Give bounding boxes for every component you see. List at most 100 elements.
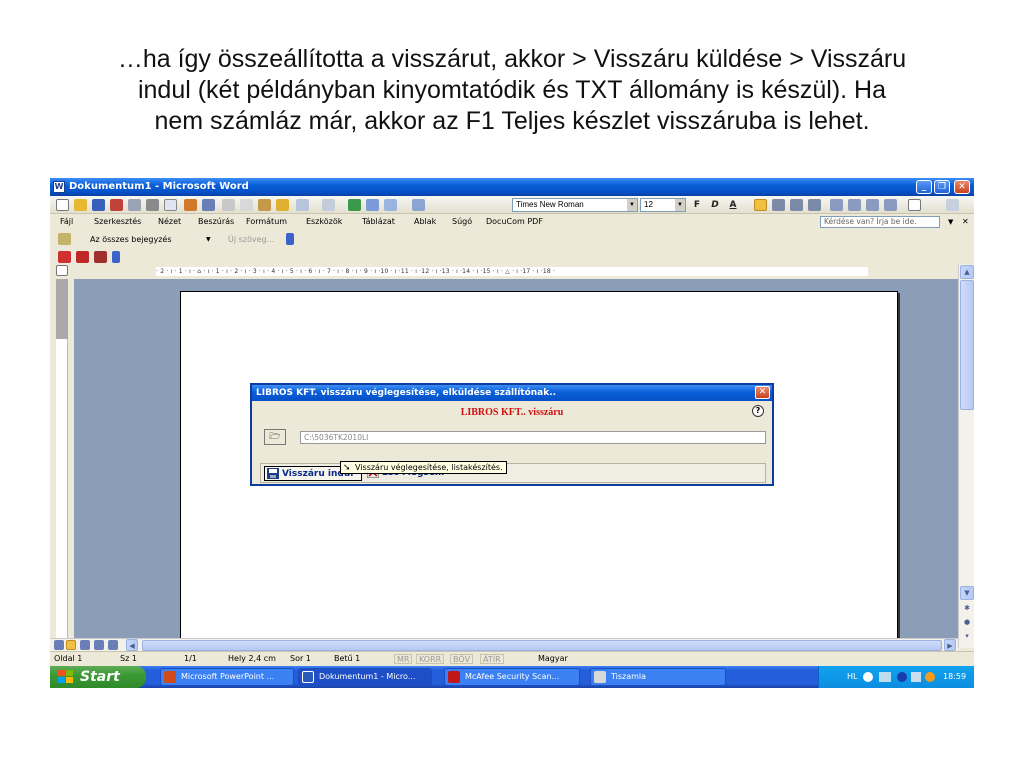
new-document-icon[interactable] (56, 199, 69, 211)
chevron-down-icon[interactable]: ▼ (206, 233, 211, 246)
tables-icon[interactable] (366, 199, 379, 211)
open-folder-button[interactable]: 🗁 (264, 429, 286, 445)
vertical-scrollbar[interactable]: ▲ ▼ ✱ ● ▾ (958, 264, 974, 648)
clock[interactable]: 18:59 (943, 666, 966, 688)
scroll-left-icon[interactable]: ◀ (126, 639, 138, 651)
scroll-down-icon[interactable]: ▼ (960, 586, 974, 600)
task-powerpoint[interactable]: Microsoft PowerPoint ... (160, 668, 294, 686)
menu-tools[interactable]: Eszközök (306, 216, 342, 228)
bold-button[interactable]: F (690, 199, 704, 211)
underline-button[interactable]: A (726, 199, 740, 211)
status-ext[interactable]: BŐV (450, 654, 474, 664)
scroll-up-icon[interactable]: ▲ (960, 265, 974, 279)
previous-page-icon[interactable]: ✱ (960, 602, 974, 616)
restore-button[interactable]: ❐ (934, 180, 950, 194)
font-name-select[interactable]: Times New Roman ▼ (512, 198, 638, 212)
bluetooth-icon[interactable] (897, 672, 907, 682)
horizontal-scroll-thumb[interactable] (142, 640, 942, 651)
copy-icon[interactable] (240, 199, 253, 211)
toolbar-options-icon[interactable] (112, 251, 120, 263)
menu-insert[interactable]: Beszúrás (198, 216, 234, 228)
permission-icon[interactable] (110, 199, 123, 211)
help-icon[interactable]: ? (752, 405, 764, 417)
pdf-email-icon[interactable] (76, 251, 89, 263)
menu-help[interactable]: Súgó (452, 216, 472, 228)
drawing-icon[interactable] (412, 199, 425, 211)
task-word[interactable]: Dokumentum1 - Micro... (298, 668, 432, 686)
research-icon[interactable] (202, 199, 215, 211)
task-mcafee[interactable]: McAfee Security Scan... (444, 668, 580, 686)
font-size-select[interactable]: 12 ▼ (640, 198, 686, 212)
select-browse-object-icon[interactable]: ● (960, 616, 974, 630)
paste-icon[interactable] (258, 199, 271, 211)
save-icon[interactable] (92, 199, 105, 211)
format-painter-icon[interactable] (276, 199, 289, 211)
chevron-down-icon[interactable]: ▼ (675, 199, 685, 211)
vertical-ruler[interactable] (56, 279, 68, 638)
status-trk[interactable]: KORR (416, 654, 445, 664)
security-icon[interactable] (925, 672, 935, 682)
numbering-icon[interactable] (830, 199, 843, 211)
outline-view-icon[interactable] (94, 640, 104, 650)
chevron-down-icon[interactable]: ▼ (948, 216, 953, 228)
menu-table[interactable]: Táblázat (362, 216, 395, 228)
chevron-down-icon[interactable]: ▼ (627, 199, 637, 211)
tray-app-icon[interactable] (911, 672, 921, 682)
menu-view[interactable]: Nézet (158, 216, 181, 228)
cut-icon[interactable] (222, 199, 235, 211)
reading-layout-icon[interactable] (108, 640, 118, 650)
status-rec[interactable]: MR (394, 654, 413, 664)
undo-icon[interactable] (296, 199, 309, 211)
status-ovr[interactable]: ÁTÍR (480, 654, 504, 664)
tab-selector-icon[interactable] (56, 265, 68, 276)
print-preview-icon[interactable] (164, 199, 177, 211)
tray-language[interactable]: HL (847, 666, 857, 688)
normal-view-icon[interactable] (54, 640, 64, 650)
italic-button[interactable]: D (708, 199, 722, 211)
redo-icon[interactable] (322, 199, 335, 211)
word-app-icon[interactable]: W (53, 181, 65, 193)
align-right-icon[interactable] (790, 199, 803, 211)
minimize-button[interactable]: _ (916, 180, 932, 194)
horizontal-scrollbar[interactable]: ◀ ▶ (50, 638, 958, 651)
display-review-icon[interactable] (58, 233, 71, 245)
next-page-icon[interactable]: ▾ (960, 630, 974, 644)
borders-icon[interactable] (908, 199, 921, 211)
pdf-settings-icon[interactable] (94, 251, 107, 263)
help-search-input[interactable]: Kérdése van? Írja be ide. (820, 216, 940, 228)
title-bar[interactable]: W Dokumentum1 - Microsoft Word _ ❐ ✕ (50, 178, 974, 196)
tray-expand-icon[interactable] (863, 672, 873, 682)
toolbar-options-icon[interactable] (946, 199, 959, 211)
scroll-thumb[interactable] (960, 280, 974, 410)
increase-indent-icon[interactable] (884, 199, 897, 211)
network-icon[interactable] (879, 672, 891, 682)
print-layout-icon[interactable] (80, 640, 90, 650)
task-tiszamla[interactable]: Tiszamla (590, 668, 726, 686)
dialog-close-button[interactable]: ✕ (755, 386, 770, 399)
new-comment-button[interactable]: Új szöveg... (228, 233, 274, 246)
email-icon[interactable] (128, 199, 141, 211)
toolbar-options-icon[interactable] (286, 233, 294, 245)
web-layout-icon[interactable] (66, 640, 76, 650)
pdf-convert-icon[interactable] (58, 251, 71, 263)
menu-file[interactable]: Fájl (60, 216, 73, 228)
spelling-icon[interactable] (184, 199, 197, 211)
dialog-title-bar[interactable]: LIBROS KFT. visszáru véglegesítése, elkü… (252, 385, 772, 401)
print-icon[interactable] (146, 199, 159, 211)
menu-edit[interactable]: Szerkesztés (94, 216, 141, 228)
ruler-scale[interactable]: · 2 · ı · 1 · ı · ⌂ · ı · 1 · ı · 2 · ı … (156, 267, 868, 276)
close-button[interactable]: ✕ (954, 180, 970, 194)
hyperlink-icon[interactable] (348, 199, 361, 211)
scroll-right-icon[interactable]: ▶ (944, 639, 956, 651)
close-document-icon[interactable]: ✕ (962, 216, 969, 228)
bullets-icon[interactable] (848, 199, 861, 211)
menu-docucom-pdf[interactable]: DocuCom PDF (486, 216, 543, 228)
menu-format[interactable]: Formátum (246, 216, 287, 228)
columns-icon[interactable] (384, 199, 397, 211)
show-markup-select[interactable]: Az összes bejegyzés (90, 233, 172, 246)
align-left-icon[interactable] (754, 199, 767, 211)
justify-icon[interactable] (808, 199, 821, 211)
align-center-icon[interactable] (772, 199, 785, 211)
path-input[interactable]: C:\5036TK2010LI (300, 431, 766, 444)
start-button[interactable]: Start (50, 666, 146, 688)
